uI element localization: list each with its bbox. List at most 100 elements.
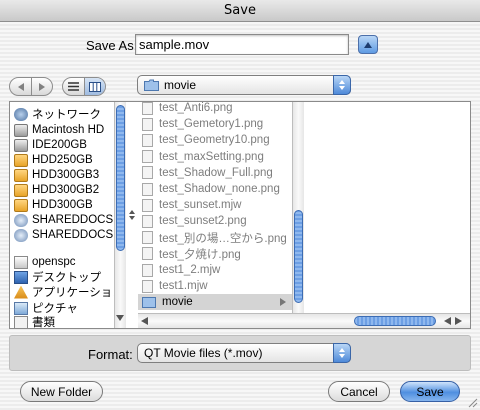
- external-disk-icon: [14, 198, 28, 212]
- save-button[interactable]: Save: [400, 381, 460, 402]
- file-name: test1_2.mjw: [159, 264, 221, 276]
- file-row[interactable]: test_夕焼け.png: [142, 246, 241, 262]
- file-icon: [142, 182, 153, 196]
- file-row[interactable]: test_別の場…空から.png: [142, 230, 287, 246]
- file-icon: [142, 150, 153, 164]
- file-row[interactable]: test_sunset2.png: [142, 213, 247, 229]
- back-forward-control[interactable]: [9, 77, 53, 96]
- save-as-label: Save As:: [86, 38, 138, 53]
- hard-disk-icon: [14, 138, 28, 152]
- file-column: test_Anti6.png test_Gemetory1.png test_Geo…: [138, 102, 294, 314]
- file-name: test1.mjw: [159, 280, 208, 293]
- sidebar-item-label: SHAREDDOCS: [32, 214, 114, 226]
- sidebar-item[interactable]: openspc: [14, 254, 75, 270]
- popup-arrows-icon: [333, 343, 351, 363]
- sidebar-item[interactable]: アプリケーション: [14, 284, 124, 300]
- sidebar-item[interactable]: SHAREDDOCS: [14, 212, 113, 228]
- scroll-arrows-icon: [444, 317, 462, 325]
- sidebar-item[interactable]: HDD300GB2: [14, 182, 99, 198]
- file-column-scroll-thumb[interactable]: [294, 210, 303, 303]
- file-icon: [142, 247, 153, 261]
- network-volume-icon: [14, 228, 28, 242]
- sidebar-item-label: HDD300GB: [32, 199, 93, 211]
- sidebar-scrollbar[interactable]: [114, 102, 126, 328]
- file-row[interactable]: test_Geometry10.png: [142, 132, 270, 148]
- file-name: test_Gemetory1.png: [159, 118, 264, 131]
- location-popup[interactable]: movie: [137, 75, 351, 95]
- save-as-field[interactable]: [135, 34, 349, 55]
- location-label: movie: [164, 78, 197, 92]
- sidebar-item-label: HDD250GB: [32, 154, 93, 166]
- sidebar-item[interactable]: HDD250GB: [14, 152, 93, 168]
- scroll-down-arrow-icon: [116, 315, 124, 321]
- file-column-scrollbar[interactable]: [292, 102, 304, 314]
- window-title: Save: [0, 0, 480, 22]
- documents-icon: [14, 315, 28, 328]
- file-name: test_Shadow_Full.png: [159, 166, 273, 179]
- format-popup[interactable]: QT Movie files (*.mov): [137, 343, 351, 363]
- scroll-left-arrow-icon: [141, 317, 148, 325]
- sidebar-item-label: デスクトップ: [32, 272, 101, 284]
- file-icon: [142, 231, 153, 245]
- sidebar-item[interactable]: SHAREDDOCS: [14, 227, 113, 243]
- sidebar-item[interactable]: ネットワーク: [14, 106, 101, 122]
- sidebar: ネットワーク Macintosh HD IDE200GB HDD250GB HDD300…: [10, 102, 126, 328]
- column-resize-handle-icon[interactable]: [129, 210, 135, 220]
- horizontal-scroll-thumb[interactable]: [354, 316, 436, 326]
- forward-button[interactable]: [31, 78, 52, 95]
- list-view-button[interactable]: [63, 78, 84, 95]
- file-icon: [142, 102, 153, 115]
- expand-dialog-button[interactable]: [358, 35, 378, 54]
- sidebar-scroll-thumb[interactable]: [116, 105, 125, 251]
- column-view-icon: [89, 81, 101, 92]
- sidebar-item-label: ネットワーク: [32, 109, 101, 121]
- applications-icon: [14, 285, 28, 299]
- file-row[interactable]: test_maxSetting.png: [142, 149, 264, 165]
- horizontal-scrollbar[interactable]: [138, 313, 470, 328]
- sidebar-item-label: アプリケーション: [32, 287, 124, 299]
- external-disk-icon: [14, 153, 28, 167]
- folder-disclosure-arrow-icon: [280, 298, 286, 306]
- file-icon: [142, 214, 153, 228]
- cancel-button[interactable]: Cancel: [328, 381, 390, 402]
- sidebar-item-label: HDD300GB3: [32, 169, 100, 181]
- sidebar-item[interactable]: IDE200GB: [14, 137, 87, 153]
- sidebar-item-label: SHAREDDOCS: [32, 229, 114, 241]
- file-row[interactable]: test1.mjw: [142, 278, 208, 294]
- list-view-icon: [68, 82, 79, 91]
- file-icon: [142, 198, 153, 212]
- file-icon: [142, 166, 153, 180]
- file-row[interactable]: test_Shadow_Full.png: [142, 165, 273, 181]
- file-icon: [142, 133, 153, 147]
- file-icon: [142, 117, 153, 131]
- column-view-button[interactable]: [84, 78, 105, 95]
- folder-row[interactable]: movie: [138, 294, 293, 311]
- arrow-left-icon: [17, 82, 24, 91]
- sidebar-item[interactable]: HDD300GB3: [14, 167, 99, 183]
- sidebar-item[interactable]: デスクトップ: [14, 269, 101, 285]
- new-folder-button[interactable]: New Folder: [20, 381, 103, 402]
- file-row[interactable]: test1_2.mjw: [142, 262, 220, 278]
- sidebar-item[interactable]: HDD300GB: [14, 197, 93, 213]
- file-name: test_maxSetting.png: [159, 150, 264, 163]
- resize-grip-icon[interactable]: [468, 398, 478, 408]
- sidebar-item[interactable]: 書類: [14, 314, 55, 328]
- file-name: test_夕焼け.png: [159, 248, 241, 261]
- file-row[interactable]: test_Gemetory1.png: [142, 116, 263, 132]
- network-icon: [14, 107, 28, 121]
- file-row[interactable]: test_sunset.mjw: [142, 197, 241, 213]
- file-browser: ネットワーク Macintosh HD IDE200GB HDD250GB HDD300…: [9, 101, 471, 329]
- file-name: test_sunset2.png: [159, 215, 247, 228]
- format-label: Format:: [88, 347, 133, 362]
- file-icon: [142, 279, 153, 293]
- sidebar-item[interactable]: Macintosh HD: [14, 122, 104, 138]
- folder-icon: [142, 296, 156, 308]
- external-disk-icon: [14, 183, 28, 197]
- file-row[interactable]: test_Anti6.png: [142, 102, 233, 116]
- file-row[interactable]: test_Shadow_none.png: [142, 181, 280, 197]
- file-name: test_Geometry10.png: [159, 134, 270, 147]
- back-button[interactable]: [10, 78, 31, 95]
- arrow-right-icon: [39, 82, 45, 91]
- view-mode-control[interactable]: [62, 77, 106, 96]
- file-icon: [142, 263, 153, 277]
